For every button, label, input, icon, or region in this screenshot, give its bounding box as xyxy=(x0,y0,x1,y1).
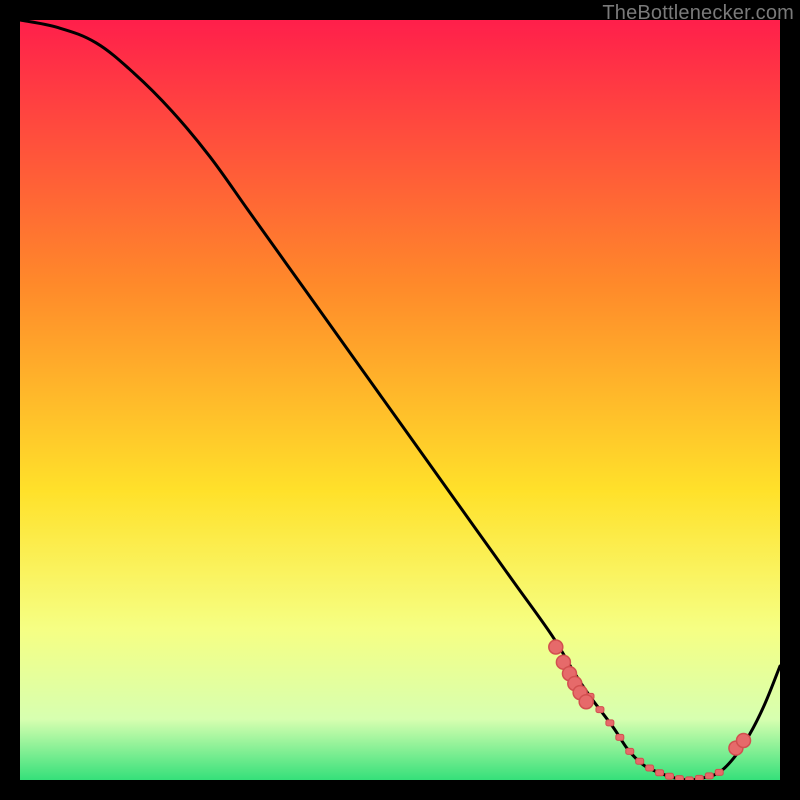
dash-segment xyxy=(646,765,654,771)
dash-segment xyxy=(685,777,693,780)
curve-marker-dot xyxy=(549,640,563,654)
dash-segment xyxy=(675,776,683,780)
chart-background xyxy=(20,20,780,780)
dash-segment xyxy=(656,770,664,776)
dash-segment xyxy=(695,775,703,780)
dash-segment xyxy=(616,734,624,740)
dash-segment xyxy=(705,773,713,779)
dash-segment xyxy=(626,748,634,754)
dash-segment xyxy=(715,769,723,775)
dash-segment xyxy=(636,758,644,764)
dash-segment xyxy=(666,773,674,779)
attribution-label: TheBottlenecker.com xyxy=(602,2,794,25)
curve-marker-dot xyxy=(737,733,751,747)
chart-stage: TheBottlenecker.com xyxy=(0,0,800,800)
dash-segment xyxy=(596,707,604,713)
bottleneck-chart xyxy=(20,20,780,780)
curve-marker-dot xyxy=(579,695,593,709)
dash-segment xyxy=(606,720,614,726)
